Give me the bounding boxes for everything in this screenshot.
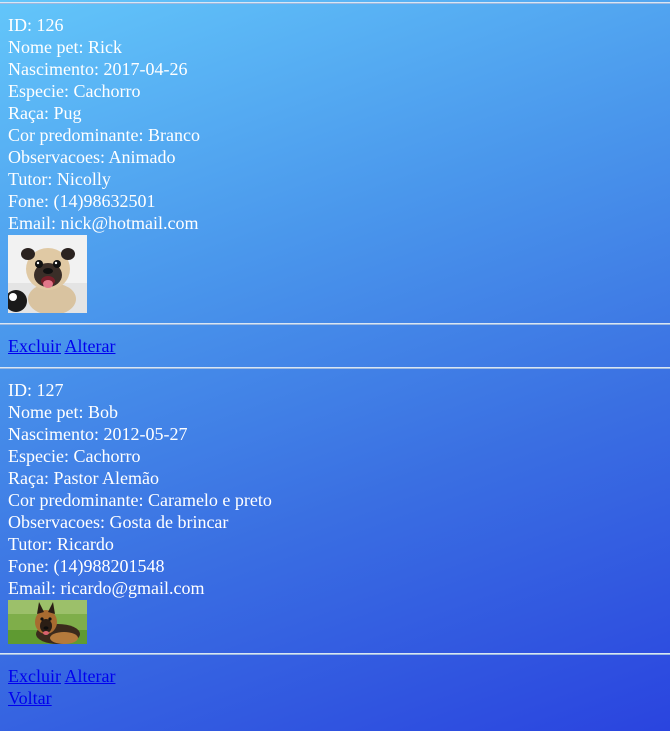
back-link[interactable]: Voltar xyxy=(8,688,52,708)
pet-id: ID: 126 xyxy=(8,15,64,35)
pet-tutor: Tutor: Nicolly xyxy=(8,169,111,189)
pet-phone: Fone: (14)988201548 xyxy=(8,556,165,576)
pet-name: Nome pet: Bob xyxy=(8,402,118,422)
edit-link[interactable]: Alterar xyxy=(65,336,116,356)
pet-breed: Raça: Pastor Alemão xyxy=(8,468,159,488)
record-actions: Excluir Alterar xyxy=(0,335,670,357)
pug-photo xyxy=(8,235,87,313)
pet-notes: Observacoes: Animado xyxy=(8,147,176,167)
edit-link[interactable]: Alterar xyxy=(65,666,116,686)
divider xyxy=(0,367,670,369)
pet-breed: Raça: Pug xyxy=(8,103,82,123)
pet-id: ID: 127 xyxy=(8,380,64,400)
divider xyxy=(0,2,670,4)
pet-record: ID: 126 Nome pet: Rick Nascimento: 2017-… xyxy=(0,14,670,313)
pet-email: Email: ricardo@gmail.com xyxy=(8,578,205,598)
pet-species: Especie: Cachorro xyxy=(8,446,141,466)
pet-tutor: Tutor: Ricardo xyxy=(8,534,114,554)
pet-color: Cor predominante: Caramelo e preto xyxy=(8,490,272,510)
delete-link[interactable]: Excluir xyxy=(8,336,61,356)
pet-record: ID: 127 Nome pet: Bob Nascimento: 2012-0… xyxy=(0,379,670,644)
pet-color: Cor predominante: Branco xyxy=(8,125,200,145)
pet-birthdate: Nascimento: 2012-05-27 xyxy=(8,424,188,444)
back-container: Voltar xyxy=(0,687,670,709)
pet-list-page: ID: 126 Nome pet: Rick Nascimento: 2017-… xyxy=(0,2,670,731)
pet-email: Email: nick@hotmail.com xyxy=(8,213,199,233)
pet-species: Especie: Cachorro xyxy=(8,81,141,101)
pet-birthdate: Nascimento: 2017-04-26 xyxy=(8,59,188,79)
pet-name: Nome pet: Rick xyxy=(8,37,122,57)
pet-phone: Fone: (14)98632501 xyxy=(8,191,156,211)
divider xyxy=(0,653,670,655)
german-shepherd-photo xyxy=(8,600,87,644)
pet-notes: Observacoes: Gosta de brincar xyxy=(8,512,229,532)
record-actions: Excluir Alterar xyxy=(0,665,670,687)
delete-link[interactable]: Excluir xyxy=(8,666,61,686)
divider xyxy=(0,323,670,325)
